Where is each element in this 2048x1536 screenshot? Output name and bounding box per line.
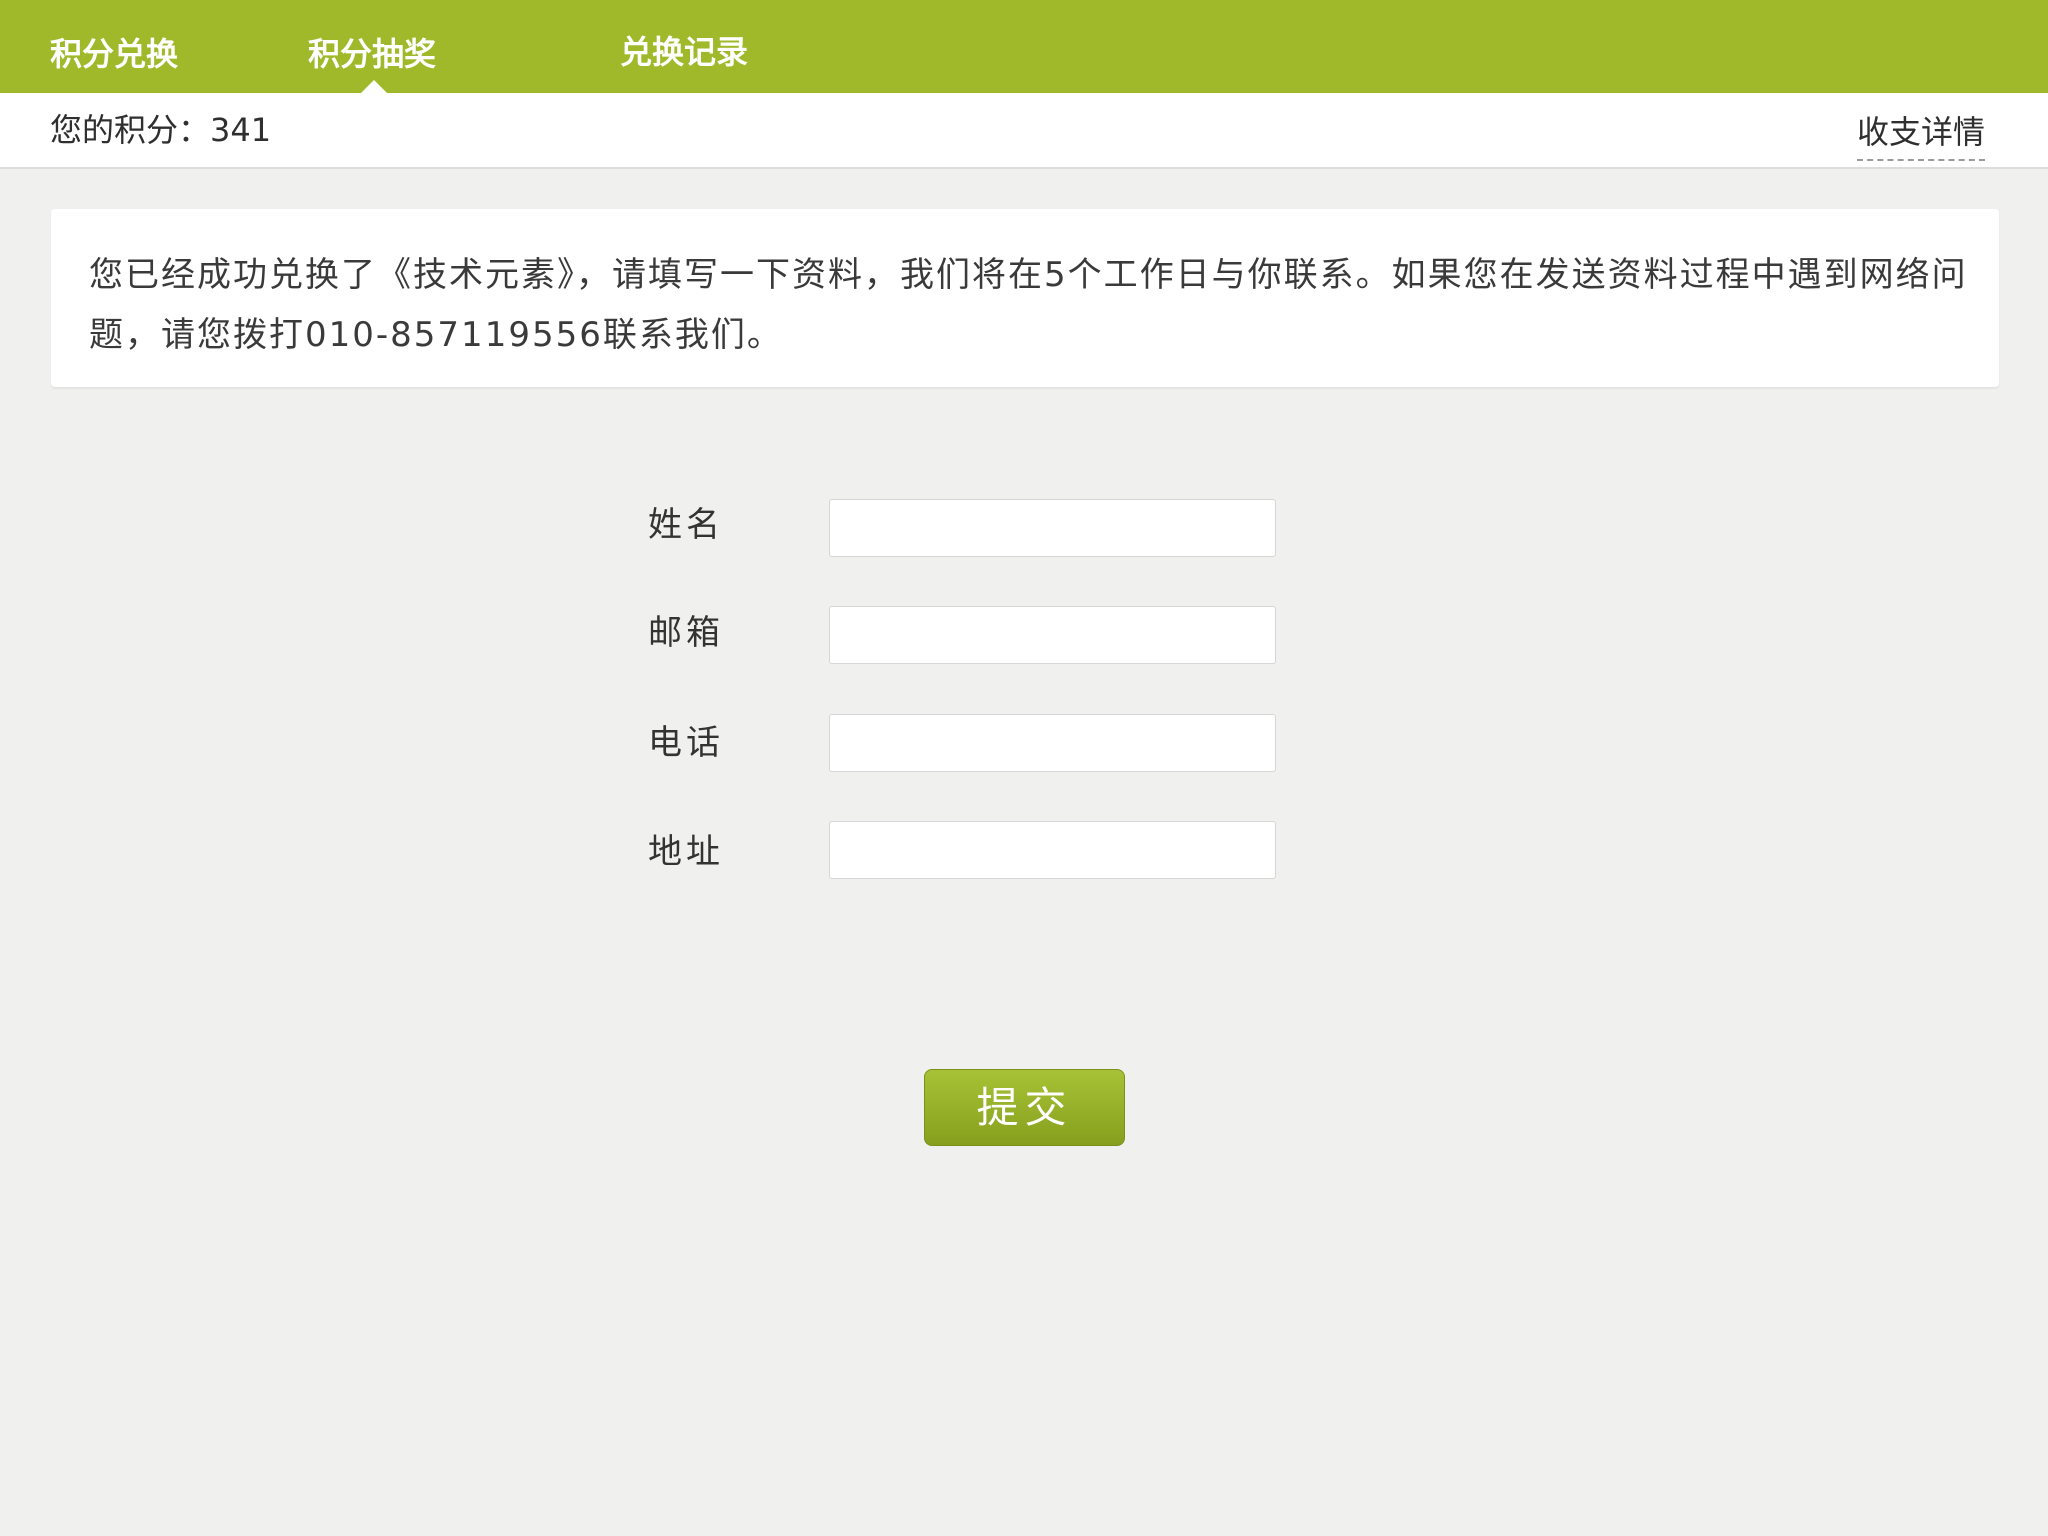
phone-label: 电话 [648, 723, 724, 763]
submit-button[interactable]: 提交 [924, 1069, 1125, 1146]
phone-input[interactable] [829, 714, 1276, 772]
name-label: 姓名 [648, 505, 724, 545]
income-expense-details-link[interactable]: 收支详情 [1856, 107, 1985, 161]
points-balance: 您的积分：341 [50, 111, 272, 149]
email-input[interactable] [829, 606, 1276, 664]
active-tab-indicator [361, 80, 387, 93]
notice-message: 您已经成功兑换了《技术元素》，请填写一下资料，我们将在5个工作日与你联系。如果您… [89, 255, 1968, 355]
email-label: 邮箱 [648, 613, 724, 653]
points-bar: 您的积分：341 收支详情 [0, 93, 2048, 169]
name-input[interactable] [829, 499, 1276, 557]
top-nav-bar: 积分兑换 积分抽奖 兑换记录 [0, 0, 2048, 93]
success-notice: 您已经成功兑换了《技术元素》，请填写一下资料，我们将在5个工作日与你联系。如果您… [51, 209, 1999, 387]
tab-exchange-history[interactable]: 兑换记录 [620, 0, 748, 93]
address-label: 地址 [648, 832, 724, 872]
address-input[interactable] [829, 821, 1276, 879]
tab-points-exchange[interactable]: 积分兑换 [50, 0, 178, 93]
